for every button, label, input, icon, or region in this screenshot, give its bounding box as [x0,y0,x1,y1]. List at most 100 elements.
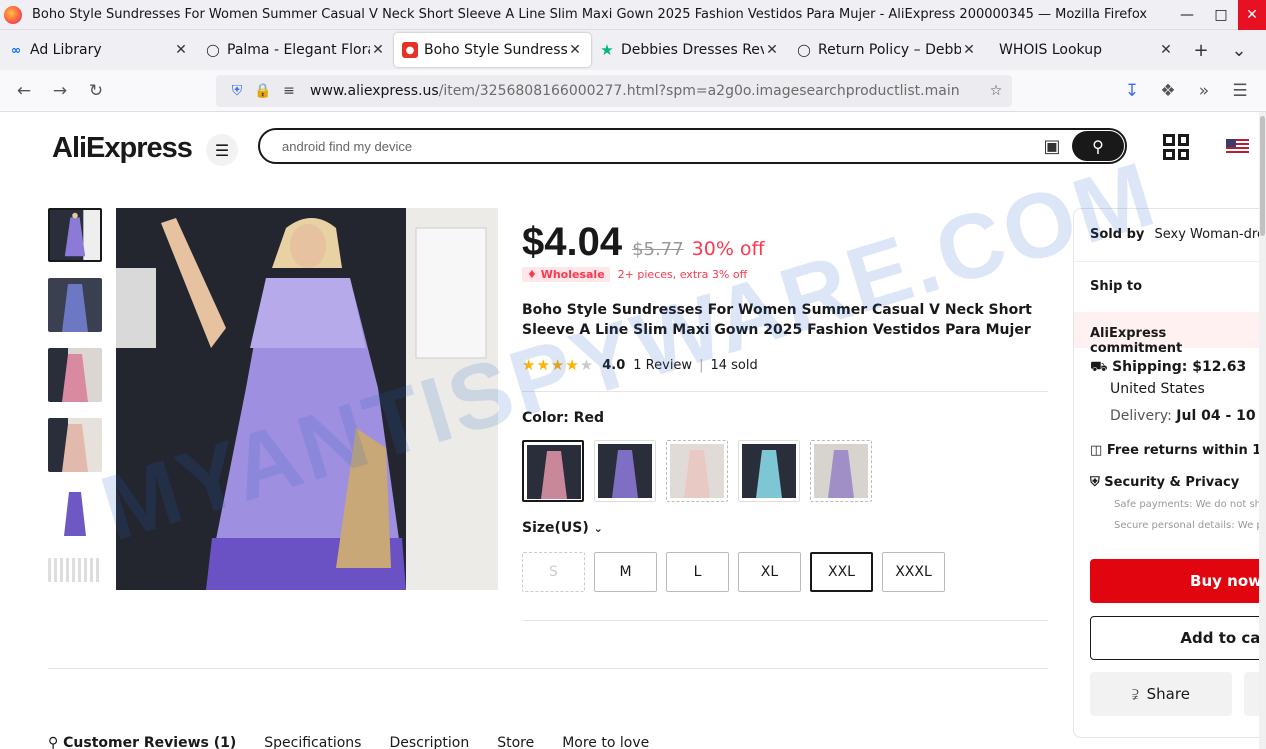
close-tab-icon[interactable]: ✕ [173,42,189,58]
url-path: /item/3256808166000277.html?spm=a2g0o.im… [438,83,960,99]
shipping-country: United States [1110,381,1205,397]
size-option-s[interactable]: S [522,552,585,592]
size-option-xxxl[interactable]: XXXL [882,552,945,592]
maximize-button[interactable]: □ [1204,0,1238,30]
thumbnail[interactable] [48,348,102,402]
tab-specifications[interactable]: Specifications [264,735,361,749]
search-button[interactable]: ⚲ [1072,131,1124,161]
tab-label: Boho Style Sundresses For [424,42,567,58]
image-search-icon[interactable]: ▣ [1032,136,1072,157]
thumbnail[interactable] [48,278,102,332]
tab-aliexpress[interactable]: ● Boho Style Sundresses For ✕ [394,33,591,67]
security-label: Security & Privacy [1104,475,1240,490]
chevron-down-icon: ⌄ [593,522,603,535]
url-bar[interactable]: ⛨ 🔒 ≡ www.aliexpress.us/item/32568081660… [216,75,1012,107]
us-flag-icon[interactable] [1226,139,1249,154]
list-tabs-button[interactable]: ⌄ [1220,33,1258,67]
wholesale-badge-label: Wholesale [540,268,605,281]
reviews-link[interactable]: 1 Review [633,358,692,373]
thumbnail-list [48,208,102,598]
reload-button[interactable]: ↻ [78,75,114,107]
tab-store[interactable]: Store [497,735,534,749]
close-tab-icon[interactable]: ✕ [764,42,780,58]
current-price: $4.04 [522,220,623,264]
downloads-icon[interactable]: ↧ [1114,75,1150,107]
tab-ad-library[interactable]: ∞ Ad Library ✕ [0,33,197,67]
divider [1074,261,1266,262]
new-tab-button[interactable]: + [1182,33,1220,67]
close-tab-icon[interactable]: ✕ [1158,42,1174,58]
close-tab-icon[interactable]: ✕ [370,42,386,58]
tab-return-policy[interactable]: ◯ Return Policy – Debbie ✕ [788,33,985,67]
url-text[interactable]: www.aliexpress.us/item/3256808166000277.… [310,83,980,99]
sold-count: 14 sold [710,357,758,373]
bookmark-star-icon[interactable]: ☆ [980,83,1012,99]
tab-whois[interactable]: WHOIS Lookup ✕ [985,33,1182,67]
secure-details-text: Secure personal details: We protect [1114,520,1266,531]
site-icon: ◯ [206,43,220,57]
thumbnail[interactable] [48,418,102,472]
close-tab-icon[interactable]: ✕ [961,42,977,58]
truck-icon: ⛟ [1090,359,1108,375]
tab-label: Palma - Elegant Floral [227,42,370,58]
overflow-icon[interactable]: » [1186,75,1222,107]
qr-code-icon[interactable] [1163,134,1189,160]
thumbnail[interactable] [48,488,102,542]
tab-label: Ad Library [30,42,102,58]
color-swatch[interactable] [594,440,656,502]
minimize-button[interactable]: — [1170,0,1204,30]
thumbnail-size-chart[interactable] [48,558,102,582]
size-option-xl[interactable]: XL [738,552,801,592]
shield-icon[interactable]: ⛨ [224,83,250,99]
forward-button[interactable]: → [42,75,78,107]
shipping-cost: Shipping: $12.63 [1112,359,1247,375]
menu-icon[interactable]: ☰ [206,134,238,166]
store-link[interactable]: Sexy Woman-dropship [1155,227,1266,242]
size-label[interactable]: Size(US) ⌄ [522,520,603,536]
buy-now-button[interactable]: Buy now [1090,559,1266,603]
safe-payments-text: Safe payments: We do not share [1114,499,1266,510]
window-titlebar: Boho Style Sundresses For Women Summer C… [0,0,1266,30]
wholesale-promo: ♦ Wholesale 2+ pieces, extra 3% off [522,267,747,282]
delivery-label: Delivery: [1110,408,1172,424]
color-label: Color: Red [522,410,604,426]
free-returns-row[interactable]: ◫ Free returns within 15 days [1090,443,1266,458]
star-rating: ★★★★★ [522,356,595,374]
tab-palma[interactable]: ◯ Palma - Elegant Floral ✕ [197,33,394,67]
back-button[interactable]: ← [6,75,42,107]
thumbnail[interactable] [48,208,102,262]
ship-to-label[interactable]: Ship to [1090,279,1142,294]
divider [522,620,1048,621]
color-swatch[interactable] [666,440,728,502]
app-menu-icon[interactable]: ☰ [1222,75,1258,107]
aliexpress-logo[interactable]: AliExpress [52,132,193,165]
security-row[interactable]: ⛨ Security & Privacy [1090,475,1239,490]
permissions-icon[interactable]: ≡ [276,83,302,99]
color-swatch[interactable] [522,440,584,502]
separator: | [699,357,704,373]
tab-description[interactable]: Description [389,735,469,749]
tab-more-to-love[interactable]: More to love [562,735,649,749]
shield-check-icon: ⛨ [1090,475,1100,490]
extensions-icon[interactable]: ❖ [1150,75,1186,107]
size-option-l[interactable]: L [666,552,729,592]
share-button[interactable]: ⫌ Share [1090,672,1232,716]
size-option-m[interactable]: M [594,552,657,592]
commitment-header: AliExpress commitment [1074,312,1266,356]
product-main-image[interactable] [116,208,498,590]
size-option-xxl[interactable]: XXL [810,552,873,592]
add-to-cart-button[interactable]: Add to cart [1090,616,1266,660]
lock-icon[interactable]: 🔒 [250,83,276,99]
close-tab-icon[interactable]: ✕ [567,42,583,58]
free-returns-label: Free returns within 15 days [1106,443,1266,458]
navigation-bar: ← → ↻ ⛨ 🔒 ≡ www.aliexpress.us/item/32568… [0,70,1266,112]
tab-customer-reviews[interactable]: ⚲ Customer Reviews (1) [48,735,236,749]
color-swatch[interactable] [810,440,872,502]
color-swatch[interactable] [738,440,800,502]
vertical-scrollbar[interactable] [1259,112,1266,749]
divider [48,668,1048,669]
share-label: Share [1146,685,1190,703]
tab-debbies-reviews[interactable]: ★ Debbies Dresses Reviews ✕ [591,33,788,67]
close-window-button[interactable]: ✕ [1238,0,1266,30]
search-input[interactable] [282,138,1032,154]
